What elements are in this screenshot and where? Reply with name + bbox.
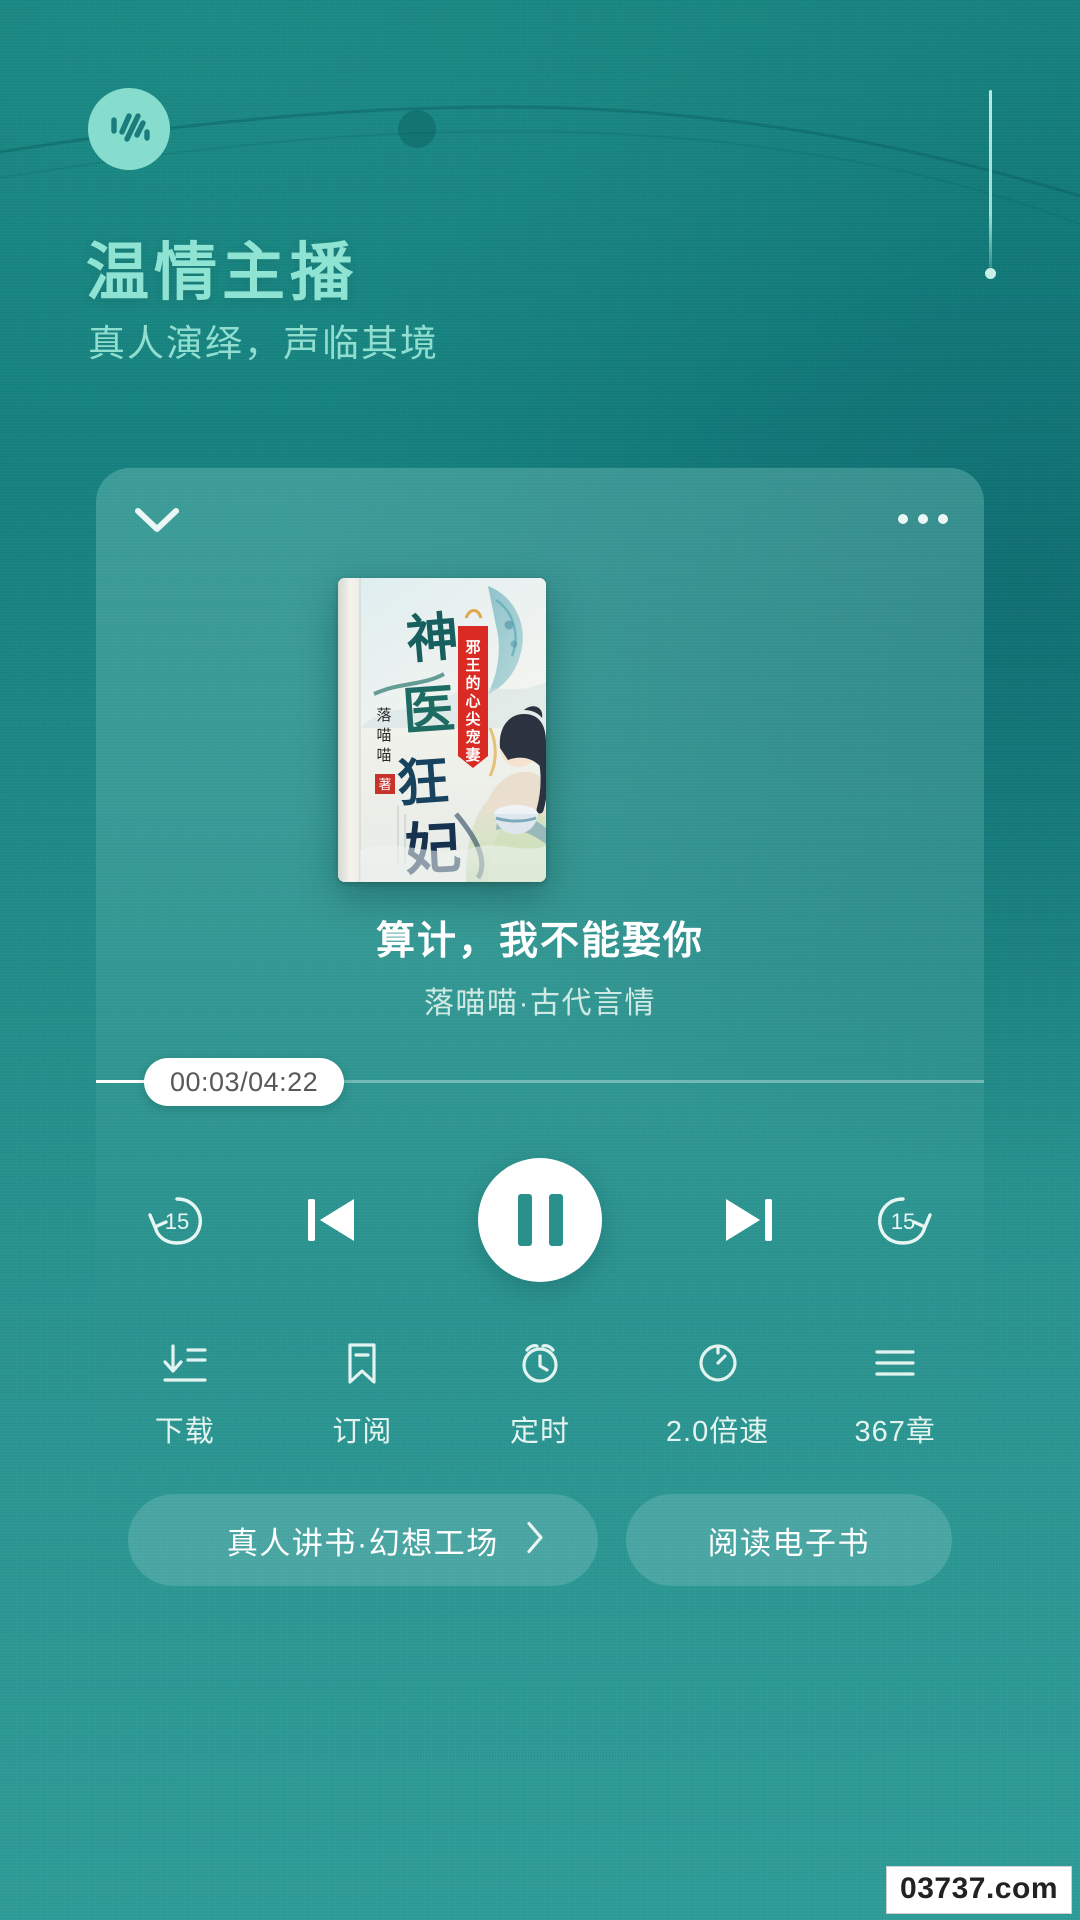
tool-label: 定时 [509,1416,570,1448]
svg-text:心: 心 [465,692,480,710]
svg-text:王: 王 [465,656,480,674]
accent-vertical-line [989,90,992,268]
track-author: 落喵喵·古代言情 [424,987,656,1020]
download-button[interactable]: 下载 [96,1326,274,1476]
svg-text:的: 的 [465,674,480,692]
next-track-icon [726,1199,772,1241]
tool-label: 订阅 [332,1416,393,1448]
chevron-right-icon [524,1520,546,1561]
next-track-button[interactable] [684,1140,814,1300]
progress-time-thumb[interactable]: 00:03/04:22 [144,1058,345,1106]
more-button[interactable] [888,490,958,548]
chevron-down-icon [135,508,179,532]
bookmark-icon [337,1332,387,1394]
svg-text:狂: 狂 [395,750,451,814]
speed-button[interactable]: 2.0倍速 [629,1326,807,1476]
more-dot [898,514,908,524]
svg-text:妻: 妻 [465,746,480,764]
player-card-topbar [96,468,984,564]
svg-text:15: 15 [891,1209,915,1234]
accent-bubble [398,110,436,148]
read-ebook-button[interactable]: 阅读电子书 [625,1494,952,1586]
alarm-clock-icon [515,1332,565,1394]
watermark: 03737.com [886,1866,1072,1914]
svg-text:宠: 宠 [465,728,480,746]
svg-text:神: 神 [404,606,461,671]
more-dot [918,514,928,524]
player-card: 神 医 狂 妃 邪 王 的 心 尖 宠 妻 落 喵 喵 著 算计，我不能娶你 落… [96,468,984,1920]
svg-text:落: 落 [376,706,391,724]
list-menu-icon [870,1332,920,1394]
collapse-button[interactable] [124,492,190,548]
brand-logo[interactable] [88,88,170,170]
speed-gauge-icon [693,1332,743,1394]
page-title: 温情主播 [86,238,358,308]
timer-button[interactable]: 定时 [451,1326,629,1476]
svg-text:喵: 喵 [376,746,391,764]
svg-text:尖: 尖 [465,710,480,728]
svg-text:15: 15 [165,1209,189,1234]
tool-label: 2.0倍速 [665,1416,770,1448]
previous-track-icon [308,1199,354,1241]
rewind-15-button[interactable]: 15 [112,1140,242,1300]
svg-text:医: 医 [401,678,457,742]
subscribe-button[interactable]: 订阅 [274,1326,452,1476]
playback-controls: 15 15 [96,1140,984,1300]
svg-text:著: 著 [378,778,391,793]
download-icon [160,1332,210,1394]
forward-15-button[interactable]: 15 [838,1140,968,1300]
rewind-15-icon: 15 [148,1197,202,1245]
accent-dot [985,268,996,279]
forward-15-icon: 15 [878,1197,932,1245]
audiobook-entry-label: 真人讲书·幻想工场 [226,1525,499,1561]
progress-bar[interactable]: 00:03/04:22 [96,1054,984,1108]
read-ebook-label: 阅读电子书 [707,1525,871,1561]
track-title: 算计，我不能娶你 [375,920,704,963]
book-cover[interactable]: 神 医 狂 妃 邪 王 的 心 尖 宠 妻 落 喵 喵 著 [338,578,546,882]
pause-icon [548,1194,563,1246]
previous-track-button[interactable] [266,1140,396,1300]
book-cover-art: 神 医 狂 妃 邪 王 的 心 尖 宠 妻 落 喵 喵 著 [338,578,546,882]
tool-label: 下载 [154,1416,215,1448]
tool-label: 367章 [854,1416,936,1448]
svg-text:邪: 邪 [464,638,480,656]
play-pause-button[interactable] [426,1140,654,1300]
pause-icon [517,1194,532,1246]
bottom-action-row: 真人讲书·幻想工场 阅读电子书 [128,1494,952,1586]
page-subtitle: 真人演绎，声临其境 [88,323,439,364]
chapter-list-button[interactable]: 367章 [806,1326,984,1476]
soundwave-icon [111,113,150,142]
svg-text:喵: 喵 [376,726,391,744]
tool-row: 下载 订阅 定时 2.0倍速 367章 [96,1326,984,1476]
more-dot [938,514,948,524]
play-pause-circle [478,1158,602,1282]
audiobook-entry-button[interactable]: 真人讲书·幻想工场 [128,1494,598,1586]
